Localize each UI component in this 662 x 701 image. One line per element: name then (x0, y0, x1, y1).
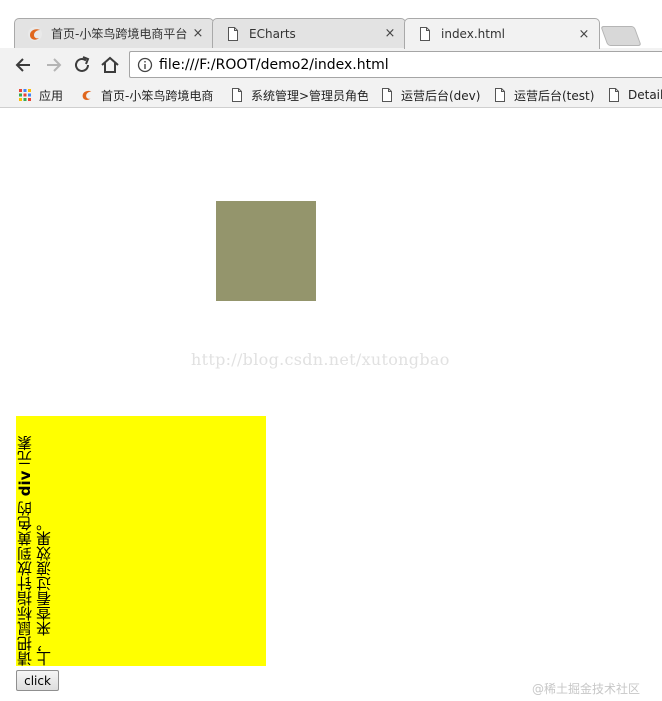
bookmark-ops-test[interactable]: 运营后台(test) (493, 86, 605, 104)
close-icon[interactable]: × (383, 26, 397, 41)
browser-toolbar: file:///F:/ROOT/demo2/index.html (0, 48, 662, 82)
tab-strip: 首页-小笨鸟跨境电商平台 × ECharts × index.html × (0, 0, 662, 49)
address-bar[interactable]: file:///F:/ROOT/demo2/index.html (129, 51, 662, 78)
click-button[interactable]: click (16, 670, 59, 691)
bookmark-admin-roles[interactable]: 系统管理>管理员角色 (230, 86, 368, 104)
info-icon[interactable] (137, 57, 153, 73)
site-bird-icon (28, 26, 42, 41)
olive-square (216, 201, 316, 301)
close-icon[interactable]: × (577, 27, 591, 42)
yellow-text-bold: div (16, 470, 34, 497)
page-icon (420, 27, 430, 41)
bookmark-label: Detail (628, 88, 662, 102)
site-bird-icon (82, 90, 92, 100)
url-text[interactable]: file:///F:/ROOT/demo2/index.html (159, 57, 389, 73)
tab-home[interactable]: 首页-小笨鸟跨境电商平台 × (14, 18, 214, 48)
bookmark-label: 运营后台(dev) (401, 88, 481, 103)
yellow-text-part: 请把鼠标指针放到黄色的 (16, 496, 34, 666)
bookmark-apps[interactable]: 应用 (18, 86, 78, 104)
page-viewport: http://blog.csdn.net/xutongbao 请把鼠标指针放到黄… (0, 108, 662, 701)
tab-title: 首页-小笨鸟跨境电商平台 (51, 27, 188, 41)
bookmark-detail[interactable]: Detail (607, 86, 662, 104)
tab-echarts[interactable]: ECharts × (212, 18, 406, 48)
page-icon (228, 26, 238, 41)
forward-arrow-icon[interactable] (42, 54, 64, 76)
tab-title: index.html (441, 27, 505, 41)
tab-index-html[interactable]: index.html × (404, 18, 600, 49)
page-icon (232, 88, 242, 102)
bookmark-ops-dev[interactable]: 运营后台(dev) (380, 86, 490, 104)
bookmark-home[interactable]: 首页-小笨鸟跨境电商 (80, 86, 220, 104)
watermark-text: http://blog.csdn.net/xutongbao (191, 350, 450, 369)
bookmark-label: 系统管理>管理员角色 (251, 88, 368, 103)
reload-icon[interactable] (71, 54, 93, 76)
back-arrow-icon[interactable] (13, 54, 35, 76)
apps-grid-icon (19, 89, 31, 101)
bookmarks-bar: 应用 首页-小笨鸟跨境电商 系统管理>管理员角色 运营后台(dev) 运营后台(… (0, 82, 662, 108)
bookmark-label: 应用 (39, 88, 64, 103)
bookmark-label: 运营后台(test) (514, 88, 595, 103)
page-icon (382, 88, 392, 102)
page-icon (609, 88, 619, 102)
new-tab-button[interactable] (600, 26, 642, 46)
yellow-transition-div[interactable]: 请把鼠标指针放到黄色的 div 元素上，来查看过渡效果。 (16, 416, 266, 666)
bookmark-label: 首页-小笨鸟跨境电商 (101, 88, 214, 103)
yellow-div-text: 请把鼠标指针放到黄色的 div 元素上，来查看过渡效果。 (16, 416, 266, 666)
tab-title: ECharts (249, 26, 296, 41)
page-icon (495, 88, 505, 102)
corner-watermark: @稀土掘金技术社区 (532, 682, 641, 696)
close-icon[interactable]: × (191, 26, 205, 41)
home-icon[interactable] (99, 54, 121, 76)
